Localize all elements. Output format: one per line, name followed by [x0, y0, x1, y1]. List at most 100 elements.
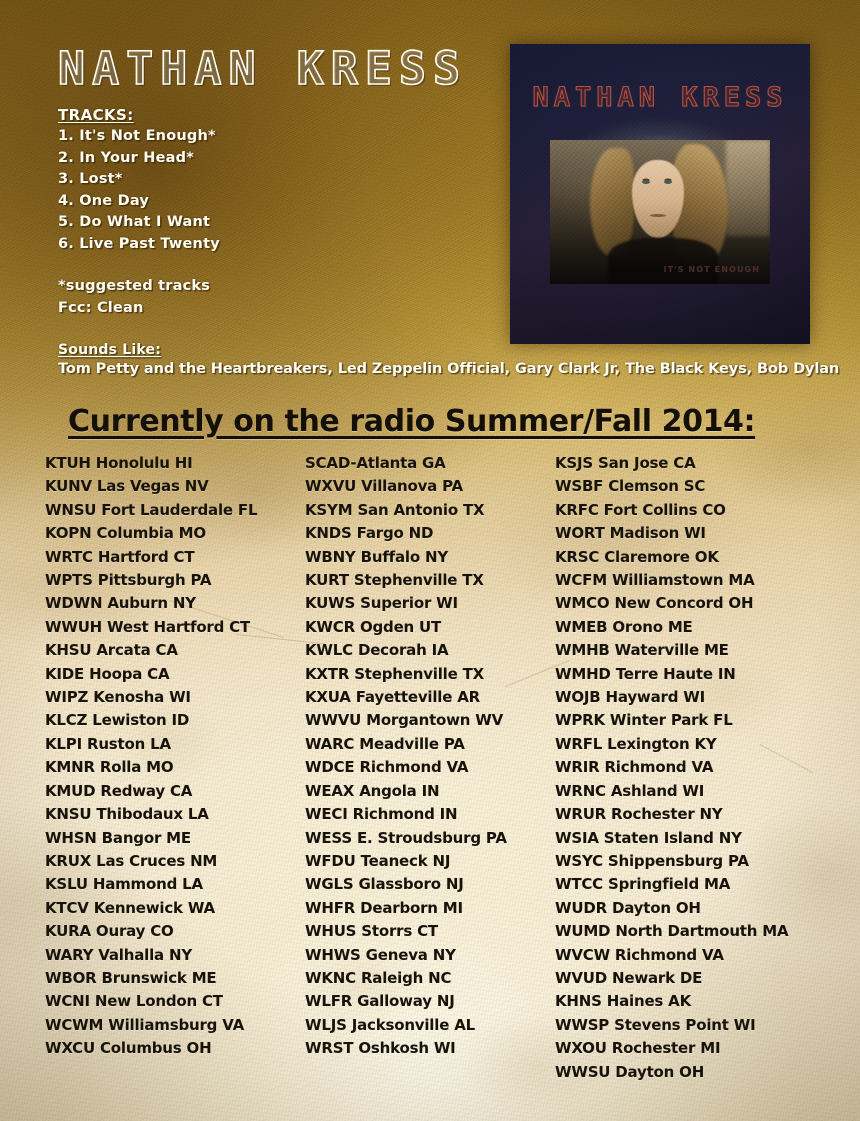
sounds-like-value: Tom Petty and the Heartbreakers, Led Zep…: [58, 361, 840, 377]
radio-station: WTCC Springfield MA: [555, 875, 731, 894]
station-column-1: KTUH Honolulu HI KUNV Las Vegas NV WNSU Fo…: [45, 452, 295, 1061]
radio-station: KHNS Haines AK: [555, 992, 692, 1011]
radio-station: WMHD Terre Haute IN: [555, 664, 736, 683]
album-grain-overlay: [510, 44, 810, 344]
tracks-label: TRACKS:: [58, 106, 134, 124]
radio-station: KURT Stephenville TX: [305, 571, 484, 590]
radio-station: KOPN Columbia MO: [45, 524, 206, 543]
radio-station: KHSU Arcata CA: [45, 641, 178, 660]
radio-station: WRFL Lexington KY: [555, 734, 717, 753]
radio-station: WXOU Rochester MI: [555, 1039, 721, 1058]
radio-station: KTCV Kennewick WA: [45, 898, 215, 917]
radio-station: WCFM Williamstown MA: [555, 571, 755, 590]
one-sheet-page: NATHAN KRESS TRACKS: 1. It's Not Enough*…: [0, 0, 860, 1121]
radio-station: WVUD Newark DE: [555, 968, 703, 987]
artist-name: NATHAN KRESS: [57, 41, 468, 96]
radio-station: WDCE Richmond VA: [305, 758, 469, 777]
radio-station: WSBF Clemson SC: [555, 477, 706, 496]
radio-station: WRTC Hartford CT: [45, 547, 195, 566]
track-item: 4. One Day: [58, 192, 150, 209]
radio-station: KXUA Fayetteville AR: [305, 688, 480, 707]
radio-station: WFDU Teaneck NJ: [305, 851, 451, 870]
radio-station: WLJS Jacksonville AL: [305, 1015, 475, 1034]
suggested-tracks-note: *suggested tracks: [58, 278, 211, 294]
radio-station: WSIA Staten Island NY: [555, 828, 742, 847]
radio-station: WARY Valhalla NY: [45, 945, 192, 964]
radio-station: KLCZ Lewiston ID: [45, 711, 190, 730]
radio-station: WIPZ Kenosha WI: [45, 688, 191, 707]
radio-station: WWVU Morgantown WV: [305, 711, 504, 730]
track-item: 5. Do What I Want: [58, 214, 211, 230]
radio-station: KNSU Thibodaux LA: [45, 805, 209, 824]
radio-station: KSYM San Antonio TX: [305, 500, 485, 519]
radio-station: SCAD-Atlanta GA: [305, 454, 446, 472]
radio-station: WMHB Waterville ME: [555, 641, 729, 660]
radio-station: WARC Meadville PA: [305, 734, 465, 753]
radio-station: WEAX Angola IN: [305, 781, 440, 800]
radio-station: WMEB Orono ME: [555, 617, 693, 636]
radio-station: WNSU Fort Lauderdale FL: [45, 500, 258, 519]
page-content: NATHAN KRESS TRACKS: 1. It's Not Enough*…: [0, 0, 860, 1121]
radio-station: WRUR Rochester NY: [555, 805, 723, 824]
track-list: 1. It's Not Enough* 2. In Your Head* 3. …: [58, 126, 220, 255]
radio-station: KTUH Honolulu HI: [45, 454, 193, 472]
radio-station: WRST Oshkosh WI: [305, 1039, 456, 1058]
radio-station: WESS E. Stroudsburg PA: [305, 828, 507, 847]
notes-block: *suggested tracks Fcc: Clean: [58, 276, 210, 319]
radio-station: WHUS Storrs CT: [305, 922, 438, 941]
radio-station: WRNC Ashland WI: [555, 781, 705, 800]
radio-station: KMUD Redway CA: [45, 781, 193, 800]
track-item: 2. In Your Head*: [58, 149, 194, 166]
radio-station: WSYC Shippensburg PA: [555, 851, 749, 870]
radio-station: WWUH West Hartford CT: [45, 617, 251, 636]
radio-station: WORT Madison WI: [555, 524, 706, 543]
radio-station: KSLU Hammond LA: [45, 875, 203, 894]
track-item: 1. It's Not Enough*: [58, 128, 216, 144]
radio-station: WHFR Dearborn MI: [305, 898, 463, 917]
radio-station: KLPI Ruston LA: [45, 734, 171, 753]
fcc-note: Fcc: Clean: [58, 299, 144, 316]
radio-station: WOJB Hayward WI: [555, 688, 705, 707]
radio-station: WPRK Winter Park FL: [555, 711, 733, 730]
album-artwork: NATHAN KRESS IT'S NOT ENOUGH: [510, 44, 810, 344]
radio-station: WCWM Williamsburg VA: [45, 1015, 245, 1034]
station-column-3: KSJS San Jose CA WSBF Clemson SC KRFC Fort…: [555, 452, 845, 1084]
radio-station: KIDE Hoopa CA: [45, 664, 170, 683]
radio-station: WUMD North Dartmouth MA: [555, 922, 789, 941]
radio-station: KXTR Stephenville TX: [305, 664, 485, 683]
radio-station: KNDS Fargo ND: [305, 524, 434, 543]
radio-station: WGLS Glassboro NJ: [305, 875, 464, 894]
radio-station: KRUX Las Cruces NM: [45, 851, 218, 870]
radio-station: WWSU Dayton OH: [555, 1062, 705, 1081]
radio-station: WDWN Auburn NY: [45, 594, 196, 613]
radio-station: WBOR Brunswick ME: [45, 968, 217, 987]
radio-station: KMNR Rolla MO: [45, 758, 174, 777]
radio-station: KWCR Ogden UT: [305, 617, 442, 636]
radio-station: WCNI New London CT: [45, 992, 223, 1011]
radio-station: WUDR Dayton OH: [555, 898, 701, 917]
radio-station: KUNV Las Vegas NV: [45, 477, 209, 496]
radio-station: WHWS Geneva NY: [305, 945, 456, 964]
radio-station: WMCO New Concord OH: [555, 594, 754, 613]
sounds-like-label: Sounds Like:: [58, 342, 162, 358]
radio-station: WRIR Richmond VA: [555, 758, 714, 777]
radio-station: KSJS San Jose CA: [555, 454, 696, 472]
radio-station: WWSP Stevens Point WI: [555, 1015, 756, 1034]
radio-station: WVCW Richmond VA: [555, 945, 724, 964]
radio-station: WKNC Raleigh NC: [305, 968, 452, 987]
radio-station: WHSN Bangor ME: [45, 828, 191, 847]
track-item: 3. Lost*: [58, 171, 123, 187]
radio-station: KRFC Fort Collins CO: [555, 500, 726, 519]
track-item: 6. Live Past Twenty: [58, 235, 220, 252]
radio-station: WPTS Pittsburgh PA: [45, 571, 212, 590]
radio-station: WECI Richmond IN: [305, 805, 458, 824]
radio-section-heading: Currently on the radio Summer/Fall 2014:: [68, 404, 756, 439]
radio-station: KURA Ouray CO: [45, 922, 174, 941]
radio-station: KUWS Superior WI: [305, 594, 458, 613]
radio-station: WLFR Galloway NJ: [305, 992, 455, 1011]
station-column-2: SCAD-Atlanta GA WXVU Villanova PA KSYM San…: [305, 452, 555, 1061]
radio-station: WBNY Buffalo NY: [305, 547, 448, 566]
radio-station: WXCU Columbus OH: [45, 1039, 212, 1058]
radio-station: KRSC Claremore OK: [555, 547, 719, 566]
radio-station: WXVU Villanova PA: [305, 477, 463, 496]
